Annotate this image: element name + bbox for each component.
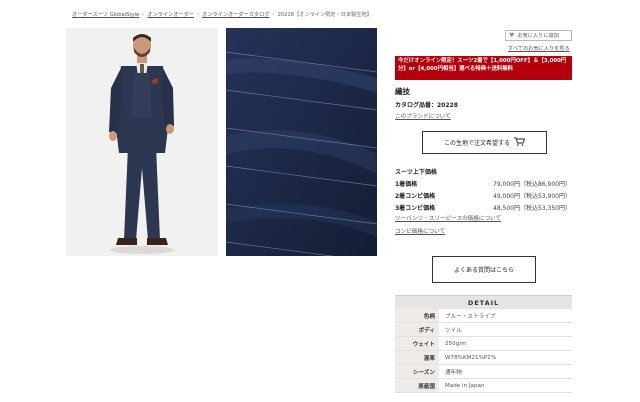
promo-banner[interactable]: 今だけオンライン限定！スーツ2着で【1,000円OFF】＆【3,000円分】or… (395, 56, 572, 80)
cart-icon (514, 137, 526, 148)
price-row: 1着価格 79,000円（税込86,900円） (395, 179, 571, 188)
detail-value: ツイル (445, 327, 462, 334)
order-button-label: この生地で注文希望する (443, 140, 510, 147)
detail-row: 色柄 ブルー・ストライプ (395, 309, 572, 323)
detail-key: ボディ (395, 323, 439, 336)
detail-row: 原産国 Made in Japan (395, 379, 572, 393)
detail-value: Made in Japan (445, 382, 485, 389)
price-value: 79,000円（税込86,900円） (493, 181, 571, 188)
price-value: 49,000円（税込53,900円） (493, 193, 571, 200)
price-label: 2着コンビ価格 (395, 193, 436, 200)
view-all-favorites-link[interactable]: すべてのお気に入りを見る (508, 45, 570, 52)
add-to-favorites-label: お気に入りに追加 (517, 33, 559, 39)
price-value: 48,500円（税込53,350円） (493, 205, 571, 212)
detail-value: 通年物 (445, 369, 462, 376)
detail-row: ボディ ツイル (395, 323, 572, 337)
detail-key: 混率 (395, 351, 439, 364)
add-to-favorites-button[interactable]: ♥ お気に入りに追加 (505, 30, 572, 41)
combi-price-link[interactable]: コンビ価格について (395, 227, 445, 235)
breadcrumb-current: 20228【オンライン限定・日本製生地】 (277, 12, 372, 18)
faq-button[interactable]: よくある質問はこちら (432, 256, 536, 283)
order-with-this-fabric-button[interactable]: この生地で注文希望する (422, 131, 547, 154)
breadcrumb-catalog[interactable]: オンラインオーダーカタログ (202, 12, 269, 18)
price-label: 1着価格 (395, 181, 418, 188)
detail-key: シーズン (395, 365, 439, 378)
about-brand-link[interactable]: このブランドについて (395, 112, 451, 120)
detail-value: ブルー・ストライプ (445, 313, 496, 320)
price-row: 2着コンビ価格 49,000円（税込53,900円） (395, 191, 571, 200)
breadcrumb-home[interactable]: オーダースーツ GlobalStyle (72, 12, 139, 18)
product-model-image[interactable] (66, 28, 218, 256)
product-brand: 繊技 (395, 87, 410, 96)
detail-value: 250g/m (445, 340, 467, 347)
price-row: 3着コンビ価格 48,500円（税込53,350円） (395, 203, 571, 212)
catalog-number: カタログ品番：20228 (395, 102, 458, 109)
detail-key: 原産国 (395, 379, 439, 392)
suit-price-title: スーツ上下価格 (395, 169, 437, 176)
detail-row: ウェイト 250g/m (395, 337, 572, 351)
two-pants-three-piece-price-link[interactable]: ツーパンツ・スリーピースの価格について (395, 214, 501, 222)
detail-key: 色柄 (395, 309, 439, 322)
detail-key: ウェイト (395, 337, 439, 350)
detail-table: DETAIL 色柄 ブルー・ストライプ ボディ ツイル ウェイト 250g/m … (395, 295, 572, 393)
breadcrumb-separator: › (272, 12, 275, 18)
heart-icon: ♥ (509, 32, 515, 39)
breadcrumb-online-order[interactable]: オンラインオーダー (147, 12, 194, 18)
price-label: 3着コンビ価格 (395, 205, 436, 212)
detail-row: シーズン 通年物 (395, 365, 572, 379)
detail-row: 混率 W78%KM21%P1% (395, 351, 572, 365)
breadcrumb: オーダースーツ GlobalStyle › オンラインオーダー › オンラインオーダーカ… (72, 11, 372, 18)
breadcrumb-separator: › (142, 12, 145, 18)
detail-value: W78%KM21%P1% (445, 354, 497, 361)
fabric-swatch-image[interactable] (226, 28, 377, 256)
breadcrumb-separator: › (196, 12, 200, 18)
detail-heading: DETAIL (395, 295, 572, 309)
